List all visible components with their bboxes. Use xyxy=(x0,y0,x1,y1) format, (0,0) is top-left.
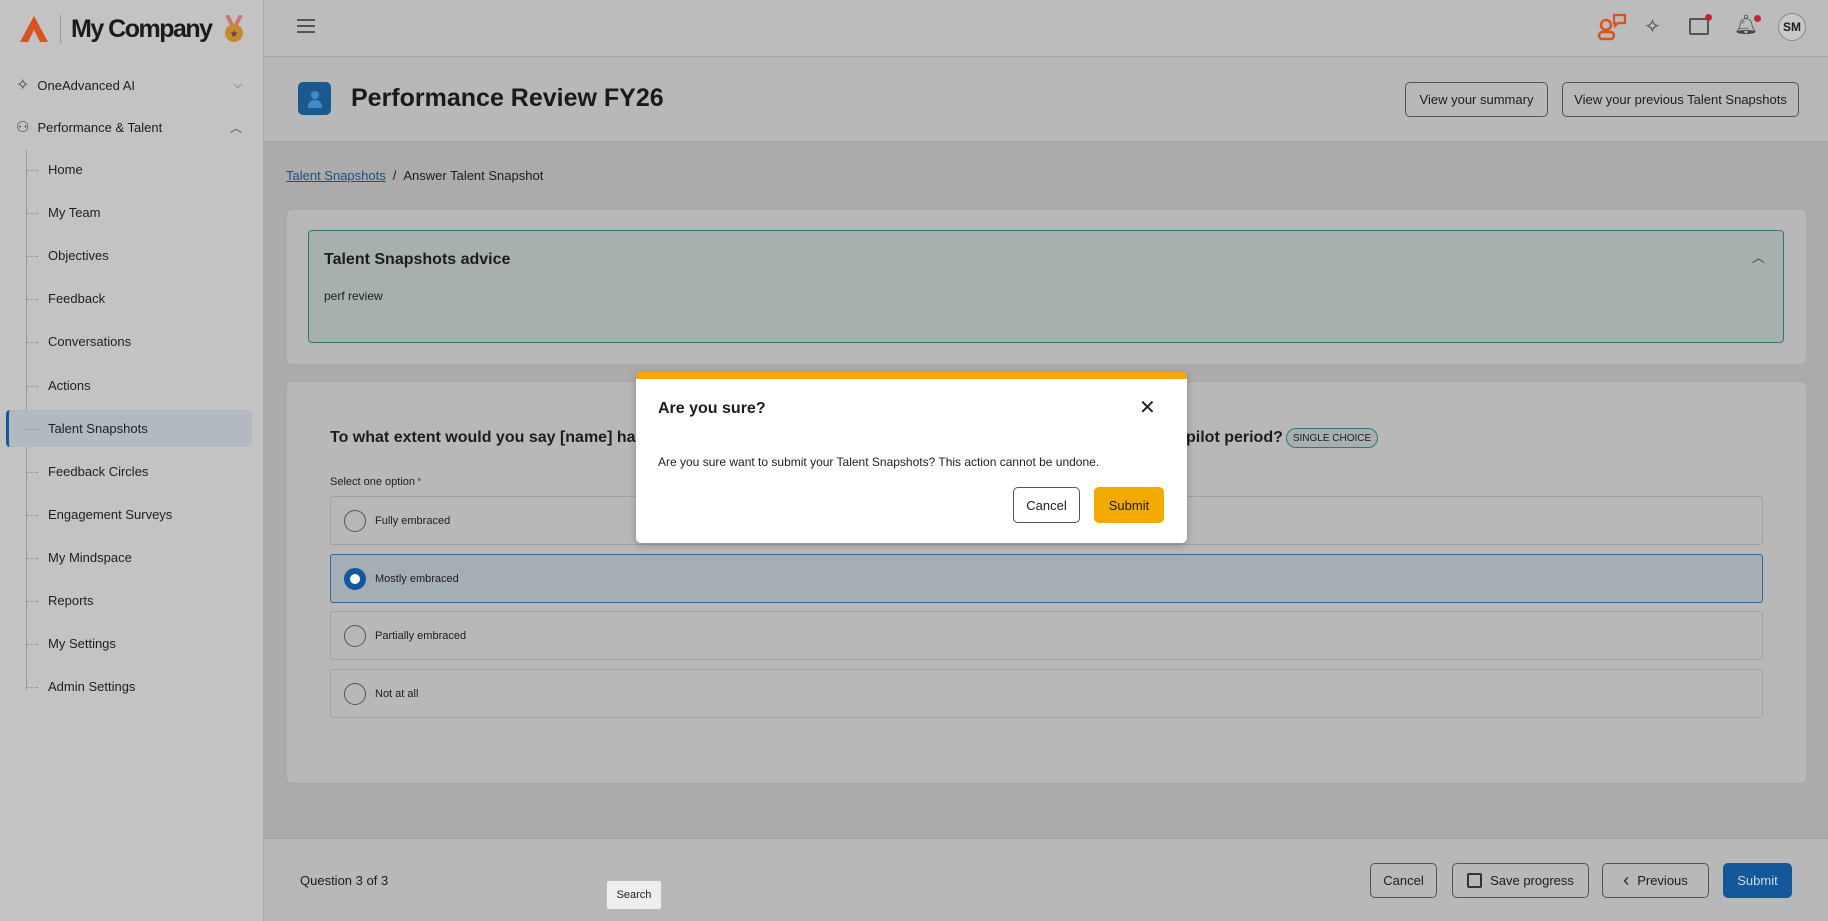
advice-title: Talent Snapshots advice xyxy=(324,251,511,268)
sidebar-item-reports[interactable]: Reports xyxy=(48,593,94,608)
radio-button[interactable] xyxy=(344,567,366,590)
nav-tree-tick xyxy=(26,601,38,602)
sidebar-item-conversations[interactable]: Conversations xyxy=(48,334,131,349)
previous-button[interactable]: ‹ Previous xyxy=(1602,863,1709,898)
company-logo: My Company ★ xyxy=(18,14,246,44)
advice-panel: Talent Snapshots advice perf review ︿ xyxy=(308,230,1784,343)
page-header: Performance Review FY26 View your summar… xyxy=(264,57,1828,142)
sidebar-item-objectives[interactable]: Objectives xyxy=(48,248,109,263)
nav-tree-tick xyxy=(26,557,38,559)
footer-submit-button[interactable]: Submit xyxy=(1723,863,1792,898)
option-label: Not at all xyxy=(375,687,419,700)
collapse-chevron-icon[interactable]: ︿ xyxy=(1752,247,1765,266)
news-icon[interactable] xyxy=(1689,14,1712,35)
people-chat-icon[interactable] xyxy=(1596,13,1628,41)
sidebar-item-engagement-surveys[interactable]: Engagement Surveys xyxy=(48,507,172,522)
option-partially-embraced[interactable]: Partially embraced xyxy=(330,611,1763,660)
nav-tree-tick xyxy=(26,299,38,301)
sidebar-item-feedback[interactable]: Feedback xyxy=(48,291,105,306)
nav-tree-tick xyxy=(26,256,38,258)
medal-icon: ★ xyxy=(224,15,243,42)
breadcrumb-link-talent-snapshots[interactable]: Talent Snapshots xyxy=(286,168,386,183)
nav-tree-tick xyxy=(26,687,38,689)
radio-button[interactable] xyxy=(344,509,366,532)
option-label: Fully embraced xyxy=(375,514,451,527)
question-text-end: pilot period? xyxy=(1186,429,1283,446)
sparkles-icon: ✧ xyxy=(16,77,30,94)
nav-tree-tick xyxy=(26,471,38,473)
option-label: Partially embraced xyxy=(375,629,467,642)
nav-tree-tick xyxy=(26,514,38,516)
sidebar-item-talent-snapshots[interactable]: Talent Snapshots xyxy=(48,421,148,436)
dialog-message: Are you sure want to submit your Talent … xyxy=(658,455,1100,469)
nav-group-performance-talent[interactable]: ⚇ Performance & Talent ︿ xyxy=(16,116,242,138)
sidebar-item-my-settings[interactable]: My Settings xyxy=(48,636,116,651)
people-stars-icon: ⚇ xyxy=(16,119,30,136)
breadcrumb: Talent Snapshots / Answer Talent Snapsho… xyxy=(286,168,543,183)
required-mark: * xyxy=(417,476,422,488)
sidebar-item-feedback-circles[interactable]: Feedback Circles xyxy=(48,464,148,479)
save-progress-button[interactable]: Save progress xyxy=(1452,863,1589,898)
performance-review-icon xyxy=(298,82,331,115)
nav-tree-tick xyxy=(26,385,38,387)
option-not-at-all[interactable]: Not at all xyxy=(330,669,1763,718)
question-progress: Question 3 of 3 xyxy=(300,873,389,888)
chevron-up-icon: ︿ xyxy=(229,120,242,135)
select-option-label: Select one option * xyxy=(330,476,422,488)
sidebar-item-admin-settings[interactable]: Admin Settings xyxy=(48,679,135,694)
nav-tree-tick xyxy=(26,170,38,171)
single-choice-badge: SINGLE CHOICE xyxy=(1286,428,1378,448)
top-bar: ✧ 🔔︎ SM xyxy=(264,0,1828,57)
page-title: Performance Review FY26 xyxy=(351,84,664,112)
sidebar-item-home[interactable]: Home xyxy=(48,162,83,177)
breadcrumb-separator: / xyxy=(392,168,397,183)
search-tooltip: Search xyxy=(606,880,662,910)
question-text-start: To what extent would you say [name] has xyxy=(330,429,645,446)
company-name: My Company xyxy=(71,14,213,43)
breadcrumb-current: Answer Talent Snapshot xyxy=(403,168,544,183)
nav-tree-tick xyxy=(26,213,38,215)
dialog-title: Are you sure? xyxy=(658,400,766,417)
sidebar-item-my-team[interactable]: My Team xyxy=(48,205,101,220)
footer-bar: Question 3 of 3 Cancel Save progress ‹ Pr… xyxy=(264,838,1828,921)
radio-button[interactable] xyxy=(344,682,366,705)
sidebar: My Company ★ ✧ OneAdvanced AI ⌵ ⚇ Perfor… xyxy=(0,0,264,921)
hamburger-menu-icon[interactable] xyxy=(297,19,315,33)
close-icon[interactable]: ✕ xyxy=(1139,395,1156,420)
chevron-down-icon: ⌵ xyxy=(233,78,242,91)
sidebar-item-my-mindspace[interactable]: My Mindspace xyxy=(48,550,132,565)
svg-text:★: ★ xyxy=(229,29,238,40)
footer-cancel-button[interactable]: Cancel xyxy=(1370,863,1437,898)
option-mostly-embraced[interactable]: Mostly embraced xyxy=(330,554,1763,603)
ai-sparkles-icon[interactable]: ✧ xyxy=(1644,14,1661,39)
sidebar-item-actions[interactable]: Actions xyxy=(48,378,91,393)
nav-tree-tick xyxy=(26,342,38,344)
view-summary-button[interactable]: View your summary xyxy=(1405,82,1548,117)
confirm-dialog: Are you sure? ✕ Are you sure want to sub… xyxy=(636,372,1187,543)
nav-group-label: OneAdvanced AI xyxy=(37,77,135,93)
nav-group-label: Performance & Talent xyxy=(37,119,163,135)
save-icon xyxy=(1467,873,1483,888)
option-label: Mostly embraced xyxy=(375,572,459,585)
dialog-submit-button[interactable]: Submit xyxy=(1094,487,1164,523)
oneadvanced-logo-icon xyxy=(20,16,48,42)
nav-tree-tick xyxy=(26,428,38,430)
view-previous-snapshots-button[interactable]: View your previous Talent Snapshots xyxy=(1562,82,1799,117)
radio-button[interactable] xyxy=(344,624,366,647)
nav-group-oneadvanced-ai[interactable]: ✧ OneAdvanced AI ⌵ xyxy=(16,74,242,96)
chevron-left-icon: ‹ xyxy=(1623,870,1630,890)
dialog-cancel-button[interactable]: Cancel xyxy=(1013,487,1080,523)
bell-icon[interactable]: 🔔︎ xyxy=(1734,13,1762,37)
advice-body: perf review xyxy=(324,289,383,303)
nav-tree-tick xyxy=(26,644,38,646)
avatar[interactable]: SM xyxy=(1778,13,1806,41)
